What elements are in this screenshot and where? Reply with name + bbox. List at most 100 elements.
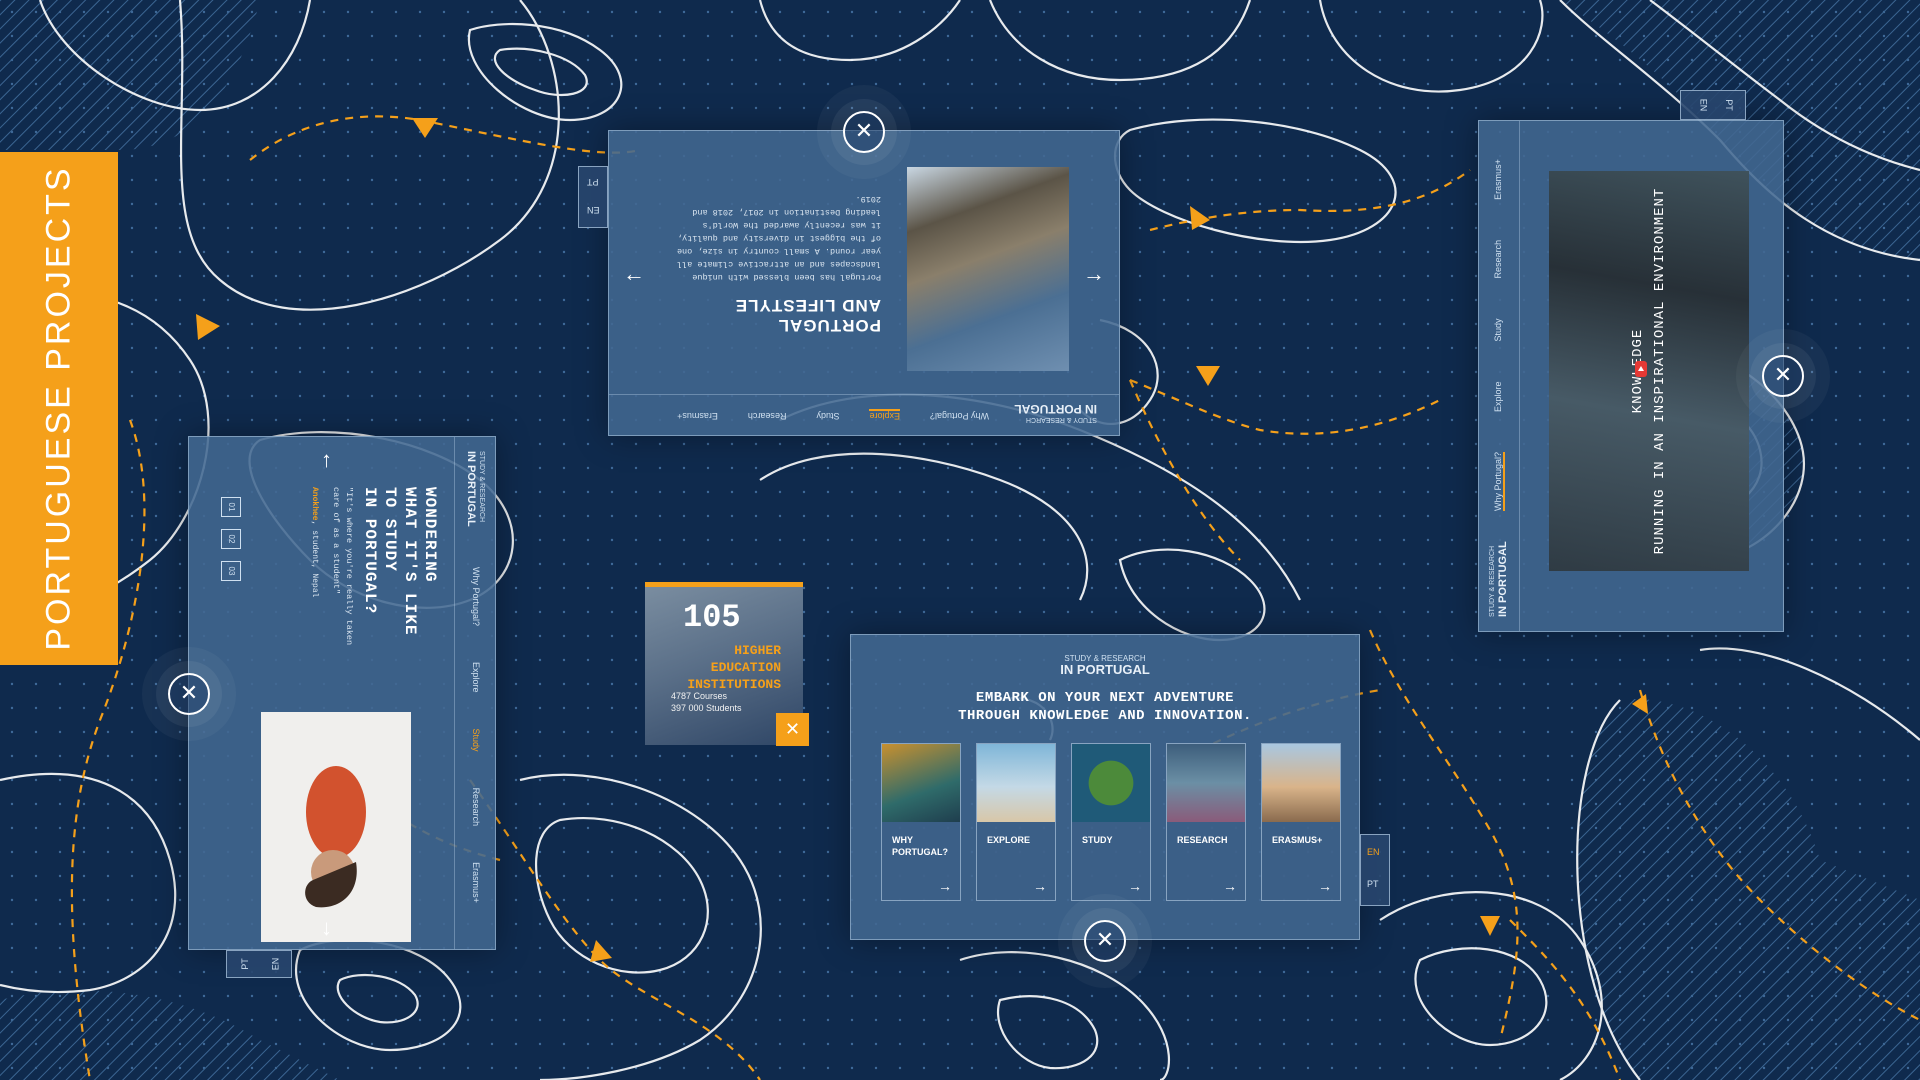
nav-item-erasmus[interactable]: Erasmus+ — [471, 862, 481, 903]
card-title: RESEARCH — [1177, 834, 1228, 846]
arrow-right-icon[interactable]: → — [1083, 261, 1105, 287]
testimonial-author: Anokhee, student, Nepal — [310, 487, 319, 597]
card-title-line-1: ERASMUS+ — [1272, 835, 1323, 845]
lang-pt[interactable]: PT — [1724, 99, 1734, 111]
stat-sub-courses: 4787 Courses — [671, 691, 728, 701]
stat-number: 105 — [683, 599, 741, 636]
portuguese-projects-banner: PORTUGUESE PROJECTS — [0, 152, 118, 665]
stat-close-button[interactable]: ✕ — [776, 713, 809, 746]
panel-portugal-lifestyle-content: STUDY & RESEARCH IN PORTUGAL Why Portuga… — [609, 131, 1119, 435]
stat-sub-students: 397 000 Students — [671, 703, 742, 713]
arrow-up-icon[interactable]: ↑ — [321, 447, 332, 473]
title-line-1: PORTUGAL — [777, 316, 881, 335]
section-title: WONDERING WHAT IT'S LIKE TO STUDY IN POR… — [360, 487, 440, 635]
title-line-2: AND LIFESTYLE — [734, 296, 881, 315]
logo-main-text: IN PORTUGAL — [1014, 402, 1097, 416]
card-title-line-2: PORTUGAL? — [892, 847, 948, 857]
lang-pt[interactable]: PT — [240, 958, 250, 970]
stat-label: HIGHER EDUCATION INSTITUTIONS — [661, 642, 781, 693]
lang-en[interactable]: EN — [1698, 99, 1708, 112]
coastline-photo — [907, 167, 1069, 371]
logo-main-text: IN PORTUGAL — [1497, 541, 1509, 617]
card-erasmus[interactable]: ERASMUS+ → — [1261, 743, 1341, 901]
lang-pt[interactable]: PT — [1367, 879, 1379, 889]
close-icon[interactable]: ✕ — [1762, 355, 1804, 397]
card-study[interactable]: STUDY → — [1071, 743, 1151, 901]
menu-headline: EMBARK ON YOUR NEXT ADVENTURE THROUGH KN… — [851, 689, 1359, 725]
panel-portugal-lifestyle: STUDY & RESEARCH IN PORTUGAL Why Portuga… — [608, 130, 1120, 436]
lang-en[interactable]: EN — [270, 958, 280, 971]
card-why-portugal[interactable]: WHY PORTUGAL? → — [881, 743, 961, 901]
lang-pt[interactable]: PT — [587, 177, 599, 187]
nav-item-why-portugal[interactable]: Why Portugal? — [1493, 451, 1505, 511]
top-nav: STUDY & RESEARCH IN PORTUGAL Why Portuga… — [454, 437, 495, 949]
logo-main-text: IN PORTUGAL — [465, 451, 477, 527]
card-title-line-1: RESEARCH — [1177, 835, 1228, 845]
arrow-right-icon: → — [938, 878, 952, 894]
panel-main-menu: STUDY & RESEARCH IN PORTUGAL EMBARK ON Y… — [850, 634, 1360, 940]
site-logo[interactable]: STUDY & RESEARCH IN PORTUGAL — [465, 451, 487, 527]
card-image — [977, 744, 1055, 822]
lang-en[interactable]: EN — [1367, 847, 1380, 857]
video-title-line-2: RUNNING IN AN INSPIRATIONAL ENVIRONMENT — [1652, 187, 1668, 555]
card-title: ERASMUS+ — [1272, 834, 1322, 846]
card-image — [1167, 744, 1245, 822]
nav-item-research[interactable]: Research — [748, 409, 787, 421]
panel-study-testimonial-content: STUDY & RESEARCH IN PORTUGAL Why Portuga… — [189, 437, 495, 949]
pager-03[interactable]: 03 — [221, 561, 241, 581]
nav-item-why-portugal[interactable]: Why Portugal? — [930, 409, 989, 421]
nav-item-explore[interactable]: Explore — [1493, 381, 1505, 412]
lang-en[interactable]: EN — [587, 205, 600, 215]
card-explore[interactable]: EXPLORE → — [976, 743, 1056, 901]
author-role: , student, Nepal — [310, 520, 319, 598]
nav-item-explore[interactable]: Explore — [869, 409, 900, 421]
nav-item-explore[interactable]: Explore — [471, 662, 481, 693]
language-switcher: PT EN — [226, 950, 292, 978]
card-title-line-1: STUDY — [1082, 835, 1113, 845]
nav-item-study[interactable]: Study — [471, 729, 481, 752]
nav-item-why-portugal[interactable]: Why Portugal? — [471, 567, 481, 626]
top-nav: STUDY & RESEARCH IN PORTUGAL Why Portuga… — [609, 394, 1119, 435]
title-line-3: TO STUDY — [381, 487, 399, 572]
card-image — [882, 744, 960, 822]
stat-label-line-1: HIGHER — [734, 643, 781, 658]
hero-video[interactable]: KNOWLEDGE RUNNING IN AN INSPIRATIONAL EN… — [1549, 171, 1749, 571]
close-icon[interactable]: ✕ — [1084, 920, 1126, 962]
close-icon[interactable]: ✕ — [843, 111, 885, 153]
nav-item-study[interactable]: Study — [1493, 318, 1505, 341]
card-title: WHY PORTUGAL? — [892, 834, 948, 858]
arrow-right-icon: → — [1128, 878, 1142, 894]
title-line-4: IN PORTUGAL? — [361, 487, 379, 615]
card-image — [1072, 744, 1150, 822]
card-title-line-1: WHY — [892, 835, 913, 845]
nav-item-erasmus[interactable]: Erasmus+ — [1493, 159, 1505, 200]
top-nav: STUDY & RESEARCH IN PORTUGAL Why Portuga… — [1479, 121, 1520, 631]
nav-menu: Why Portugal? Explore Study Research Era… — [1493, 159, 1505, 511]
arrow-down-icon[interactable]: ↓ — [321, 915, 332, 941]
site-logo[interactable]: STUDY & RESEARCH IN PORTUGAL — [851, 653, 1359, 676]
section-body: Portugal has been blessed with unique la… — [676, 194, 881, 282]
pager-02[interactable]: 02 — [221, 529, 241, 549]
slide-pager: 01 02 03 — [221, 497, 241, 581]
testimonial-quote: "It's where you're really taken care of … — [331, 487, 354, 646]
student-photo — [261, 712, 411, 942]
nav-item-research[interactable]: Research — [471, 788, 481, 827]
site-logo[interactable]: STUDY & RESEARCH IN PORTUGAL — [1014, 402, 1097, 425]
nav-item-research[interactable]: Research — [1493, 240, 1505, 279]
card-title-line-1: EXPLORE — [987, 835, 1031, 845]
nav-item-erasmus[interactable]: Erasmus+ — [677, 409, 718, 421]
banner-title: PORTUGUESE PROJECTS — [39, 165, 78, 651]
pager-01[interactable]: 01 — [221, 497, 241, 517]
site-logo[interactable]: STUDY & RESEARCH IN PORTUGAL — [1487, 541, 1509, 617]
arrow-right-icon: → — [1318, 878, 1332, 894]
card-research[interactable]: RESEARCH → — [1166, 743, 1246, 901]
close-icon[interactable]: ✕ — [168, 673, 210, 715]
play-icon[interactable] — [1635, 361, 1647, 377]
panel-knowledge-video-content: STUDY & RESEARCH IN PORTUGAL Why Portuga… — [1479, 121, 1783, 631]
nav-item-study[interactable]: Study — [816, 409, 839, 421]
menu-cards: WHY PORTUGAL? → EXPLORE → STUDY → RESEAR… — [881, 743, 1341, 901]
panel-study-testimonial: STUDY & RESEARCH IN PORTUGAL Why Portuga… — [188, 436, 496, 950]
stat-sub: 4787 Courses 397 000 Students — [671, 690, 742, 714]
author-name: Anokhee — [310, 487, 319, 521]
arrow-left-icon[interactable]: ← — [623, 261, 645, 287]
